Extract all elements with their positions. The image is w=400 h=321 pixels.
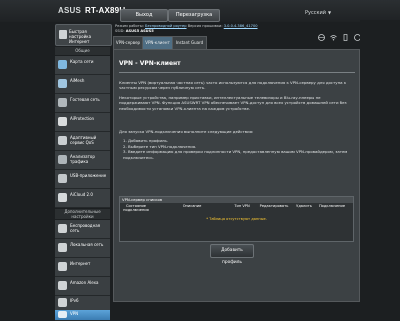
- ssid-value-1: ASUS5: [125, 29, 140, 33]
- mode-label: Режим работы:: [115, 24, 144, 28]
- column-header: Редактировать: [259, 204, 289, 208]
- ssid-label: SSID:: [115, 29, 125, 33]
- section-general: Общие: [55, 47, 110, 55]
- page-title: VPN - VPN-клиент: [119, 60, 181, 67]
- firmware-value[interactable]: 3.0.0.4.386_41700: [224, 24, 258, 28]
- sidebar-item-label: Беспроводная сеть: [70, 223, 101, 233]
- vpn-icon: [58, 311, 67, 318]
- language-label: Русский: [305, 10, 326, 16]
- ipv6-icon: [58, 298, 67, 307]
- quick-setup-button[interactable]: Быстрая настройка Интернет: [55, 24, 112, 46]
- globe-icon: [58, 262, 67, 271]
- description-1: Клиенты VPN (виртуальная частная сеть) ч…: [119, 80, 347, 91]
- status-info: Режим работы: Беспроводной роутер Версия…: [115, 24, 258, 34]
- sidebar-item-usb-application[interactable]: USB-приложение: [55, 170, 110, 189]
- shield-icon: [58, 117, 67, 126]
- setup-wizard-icon: [59, 30, 67, 39]
- step-3: 3. Введите информацию для проверки подли…: [123, 149, 348, 160]
- sidebar-item-lan[interactable]: Локальная сеть: [55, 239, 110, 258]
- sidebar-item-label: Карта сети: [70, 59, 94, 64]
- logout-button[interactable]: Выход: [120, 9, 168, 22]
- sidebar-item-label: Amazon Alexa: [70, 280, 99, 285]
- sidebar-item-wan[interactable]: Интернет: [55, 258, 110, 277]
- sidebar-item-qos[interactable]: Адаптивный сервис QoS: [55, 132, 110, 151]
- section-advanced: Дополнительные настройки: [55, 209, 110, 219]
- table-empty-message: * Таблица отсутствуют данные.: [206, 217, 267, 221]
- sidebar-item-label: VPN: [70, 311, 79, 316]
- sidebar: Быстрая настройка Интернет Общие Карта с…: [55, 20, 112, 321]
- network-map-icon: [58, 60, 67, 69]
- add-profile-button[interactable]: Добавить профиль: [210, 244, 254, 265]
- sidebar-item-guest-network[interactable]: Гостевая сеть: [55, 94, 110, 113]
- column-header: Подключение: [318, 204, 346, 208]
- aimesh-icon: [58, 79, 67, 88]
- vpn-profile-table: VPN-сервер списков Состояние подключения…: [119, 196, 354, 242]
- sidebar-item-label: Адаптивный сервис QoS: [70, 135, 97, 145]
- lan-icon: [58, 243, 67, 252]
- qos-icon: [58, 136, 67, 145]
- sidebar-item-label: AiProtection: [70, 116, 95, 121]
- top-bar: ASUS RT-AX89U Выход Перезагрузка Русский ▼: [0, 0, 400, 22]
- main-content: VPN-сервер VPN-клиент Instant Guard VPN …: [113, 36, 360, 302]
- brand-name: ASUS: [58, 6, 82, 15]
- language-selector[interactable]: Русский ▼: [305, 10, 331, 16]
- description-2: Некоторые устройства, например приставки…: [119, 95, 347, 111]
- firmware-label: Версия прошивки:: [187, 24, 223, 28]
- sidebar-item-network-map[interactable]: Карта сети: [55, 56, 110, 75]
- usb-icon: [58, 174, 67, 183]
- sidebar-item-traffic-analyzer[interactable]: Анализатор трафика: [55, 151, 110, 170]
- guest-network-icon: [58, 98, 67, 107]
- sidebar-item-label: Локальная сеть: [70, 242, 104, 247]
- sidebar-item-aicloud[interactable]: AiCloud 2.0: [55, 189, 110, 208]
- wireless-icon: [58, 224, 67, 233]
- tab-instant-guard[interactable]: Instant Guard: [172, 36, 207, 50]
- mode-value[interactable]: Беспроводной роутер: [145, 24, 187, 28]
- sidebar-item-label: Гостевая сеть: [70, 97, 100, 102]
- tab-vpn-client[interactable]: VPN-клиент: [142, 36, 173, 50]
- sidebar-item-alexa[interactable]: Amazon Alexa: [55, 277, 110, 296]
- column-header: Описание: [182, 204, 202, 208]
- setup-steps: 1. Добавить профиль. 2. Выберите тип VPN…: [123, 138, 352, 160]
- sidebar-item-label: USB-приложение: [70, 173, 107, 178]
- column-header: Удалить: [296, 204, 312, 208]
- table-title: VPN-сервер списков: [120, 197, 353, 203]
- vpn-client-panel: VPN - VPN-клиент Клиенты VPN (виртуальна…: [113, 49, 360, 302]
- sidebar-item-label: AiCloud 2.0: [70, 192, 93, 197]
- reboot-button[interactable]: Перезагрузка: [168, 9, 220, 22]
- column-header: Тип VPN: [234, 204, 250, 208]
- sidebar-item-vpn[interactable]: VPN: [55, 310, 110, 321]
- sidebar-item-label: IPv6: [70, 298, 79, 303]
- title-divider: [119, 72, 355, 73]
- traffic-analyzer-icon: [58, 155, 67, 164]
- wifi-icon[interactable]: [330, 26, 337, 41]
- sidebar-item-label: Интернет: [70, 261, 91, 266]
- sidebar-item-label: Анализатор трафика: [70, 154, 95, 164]
- cloud-icon: [58, 193, 67, 202]
- sidebar-item-wireless[interactable]: Беспроводная сеть: [55, 220, 110, 239]
- description-3: Для запуска VPN-подключения выполните сл…: [119, 129, 254, 134]
- usb-icon[interactable]: [342, 26, 349, 41]
- alexa-icon: [58, 281, 67, 290]
- sidebar-item-aimesh[interactable]: AiMesh: [55, 75, 110, 94]
- sidebar-item-aiprotection[interactable]: AiProtection: [55, 113, 110, 132]
- sidebar-item-label: AiMesh: [70, 78, 85, 83]
- column-header: Состояние подключения: [123, 204, 149, 212]
- asus-logo: ASUS RT-AX89U: [58, 6, 125, 15]
- tab-vpn-server[interactable]: VPN-сервер: [113, 36, 143, 50]
- ssid-value-2: ASUS5: [140, 29, 154, 33]
- globe-icon[interactable]: [318, 26, 325, 41]
- quick-setup-label: Быстрая настройка Интернет: [69, 29, 92, 44]
- right-margin: [360, 20, 400, 300]
- sidebar-item-ipv6[interactable]: IPv6: [55, 296, 110, 311]
- chevron-down-icon: ▼: [328, 10, 332, 15]
